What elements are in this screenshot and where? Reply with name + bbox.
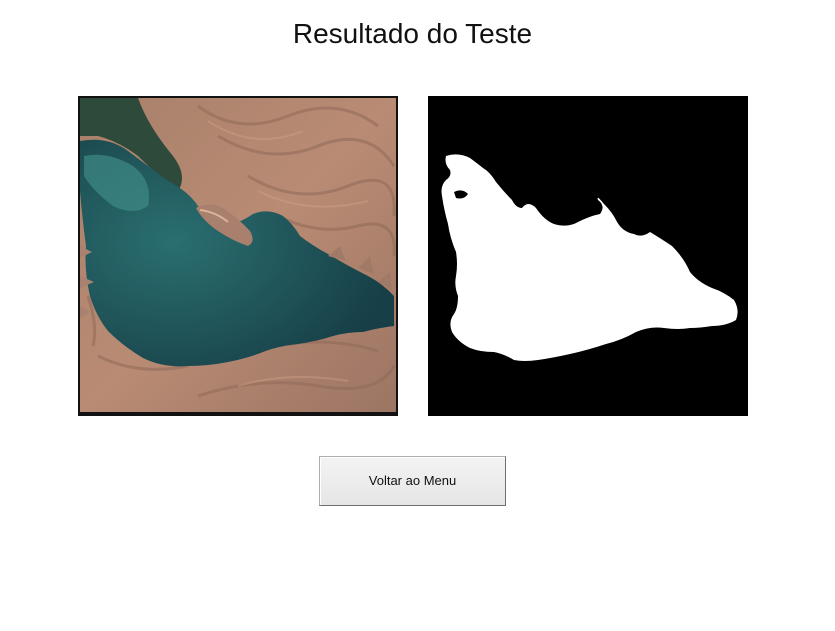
satellite-image [78, 96, 398, 416]
page-title: Resultado do Teste [292, 18, 533, 49]
back-to-menu-button[interactable]: Voltar ao Menu [319, 456, 506, 506]
segmentation-mask [428, 96, 748, 416]
